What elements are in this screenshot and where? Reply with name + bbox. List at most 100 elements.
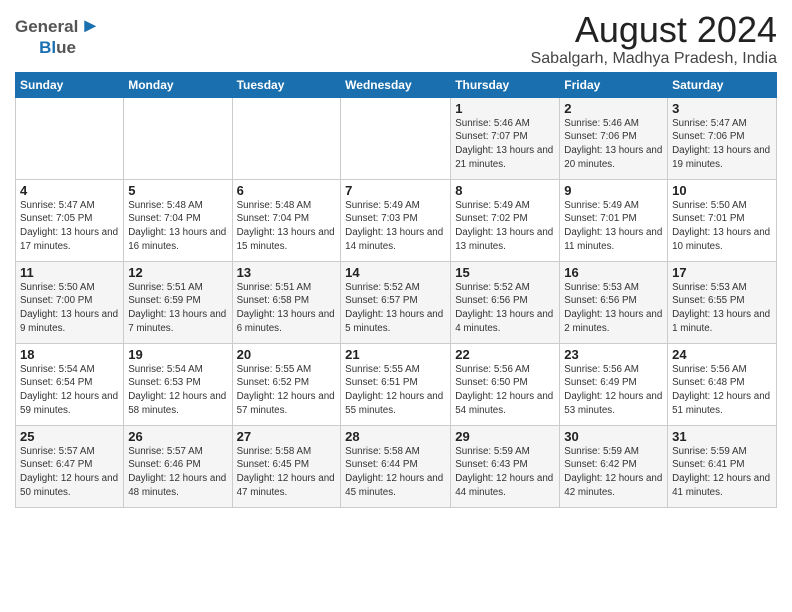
day-info: Sunrise: 5:49 AM Sunset: 7:03 PM Dayligh… bbox=[345, 199, 446, 254]
day-number: 19 bbox=[128, 347, 227, 362]
col-saturday: Saturday bbox=[668, 72, 777, 97]
calendar-cell: 23Sunrise: 5:56 AM Sunset: 6:49 PM Dayli… bbox=[560, 343, 668, 425]
day-info: Sunrise: 5:46 AM Sunset: 7:06 PM Dayligh… bbox=[564, 117, 663, 172]
day-info: Sunrise: 5:50 AM Sunset: 7:01 PM Dayligh… bbox=[672, 199, 772, 254]
day-info: Sunrise: 5:52 AM Sunset: 6:56 PM Dayligh… bbox=[455, 281, 555, 336]
col-friday: Friday bbox=[560, 72, 668, 97]
day-info: Sunrise: 5:51 AM Sunset: 6:58 PM Dayligh… bbox=[237, 281, 337, 336]
calendar-cell: 30Sunrise: 5:59 AM Sunset: 6:42 PM Dayli… bbox=[560, 425, 668, 507]
day-info: Sunrise: 5:54 AM Sunset: 6:54 PM Dayligh… bbox=[20, 363, 119, 418]
day-number: 8 bbox=[455, 183, 555, 198]
calendar-cell: 14Sunrise: 5:52 AM Sunset: 6:57 PM Dayli… bbox=[341, 261, 451, 343]
logo-blue: Bl bbox=[39, 38, 56, 57]
month-title: August 2024 bbox=[531, 10, 777, 50]
calendar-cell: 9Sunrise: 5:49 AM Sunset: 7:01 PM Daylig… bbox=[560, 179, 668, 261]
calendar-cell: 28Sunrise: 5:58 AM Sunset: 6:44 PM Dayli… bbox=[341, 425, 451, 507]
logo-arrow-icon: ► bbox=[80, 15, 100, 38]
day-number: 26 bbox=[128, 429, 227, 444]
calendar-cell: 1Sunrise: 5:46 AM Sunset: 7:07 PM Daylig… bbox=[451, 97, 560, 179]
calendar-week-3: 11Sunrise: 5:50 AM Sunset: 7:00 PM Dayli… bbox=[16, 261, 777, 343]
day-info: Sunrise: 5:55 AM Sunset: 6:51 PM Dayligh… bbox=[345, 363, 446, 418]
day-number: 22 bbox=[455, 347, 555, 362]
day-number: 21 bbox=[345, 347, 446, 362]
day-info: Sunrise: 5:57 AM Sunset: 6:47 PM Dayligh… bbox=[20, 445, 119, 500]
day-number: 23 bbox=[564, 347, 663, 362]
day-number: 6 bbox=[237, 183, 337, 198]
day-info: Sunrise: 5:59 AM Sunset: 6:42 PM Dayligh… bbox=[564, 445, 663, 500]
day-number: 11 bbox=[20, 265, 119, 280]
calendar-cell: 13Sunrise: 5:51 AM Sunset: 6:58 PM Dayli… bbox=[232, 261, 341, 343]
calendar-cell: 24Sunrise: 5:56 AM Sunset: 6:48 PM Dayli… bbox=[668, 343, 777, 425]
day-number: 2 bbox=[564, 101, 663, 116]
calendar-cell: 12Sunrise: 5:51 AM Sunset: 6:59 PM Dayli… bbox=[124, 261, 232, 343]
day-info: Sunrise: 5:47 AM Sunset: 7:05 PM Dayligh… bbox=[20, 199, 119, 254]
calendar-cell bbox=[124, 97, 232, 179]
calendar-cell bbox=[232, 97, 341, 179]
day-info: Sunrise: 5:54 AM Sunset: 6:53 PM Dayligh… bbox=[128, 363, 227, 418]
calendar-cell: 7Sunrise: 5:49 AM Sunset: 7:03 PM Daylig… bbox=[341, 179, 451, 261]
calendar-table: Sunday Monday Tuesday Wednesday Thursday… bbox=[15, 72, 777, 508]
calendar-cell: 11Sunrise: 5:50 AM Sunset: 7:00 PM Dayli… bbox=[16, 261, 124, 343]
day-number: 27 bbox=[237, 429, 337, 444]
calendar-cell: 6Sunrise: 5:48 AM Sunset: 7:04 PM Daylig… bbox=[232, 179, 341, 261]
day-number: 24 bbox=[672, 347, 772, 362]
day-number: 15 bbox=[455, 265, 555, 280]
col-sunday: Sunday bbox=[16, 72, 124, 97]
calendar-cell bbox=[16, 97, 124, 179]
day-info: Sunrise: 5:56 AM Sunset: 6:48 PM Dayligh… bbox=[672, 363, 772, 418]
calendar-cell: 8Sunrise: 5:49 AM Sunset: 7:02 PM Daylig… bbox=[451, 179, 560, 261]
calendar-cell: 25Sunrise: 5:57 AM Sunset: 6:47 PM Dayli… bbox=[16, 425, 124, 507]
col-thursday: Thursday bbox=[451, 72, 560, 97]
day-number: 4 bbox=[20, 183, 119, 198]
calendar-cell: 10Sunrise: 5:50 AM Sunset: 7:01 PM Dayli… bbox=[668, 179, 777, 261]
calendar-cell: 31Sunrise: 5:59 AM Sunset: 6:41 PM Dayli… bbox=[668, 425, 777, 507]
header: General ► Blue August 2024 Sabalgarh, Ma… bbox=[15, 10, 777, 68]
day-info: Sunrise: 5:48 AM Sunset: 7:04 PM Dayligh… bbox=[128, 199, 227, 254]
col-tuesday: Tuesday bbox=[232, 72, 341, 97]
calendar-cell: 26Sunrise: 5:57 AM Sunset: 6:46 PM Dayli… bbox=[124, 425, 232, 507]
col-wednesday: Wednesday bbox=[341, 72, 451, 97]
location-subtitle: Sabalgarh, Madhya Pradesh, India bbox=[531, 50, 777, 68]
day-info: Sunrise: 5:53 AM Sunset: 6:55 PM Dayligh… bbox=[672, 281, 772, 336]
calendar-cell: 17Sunrise: 5:53 AM Sunset: 6:55 PM Dayli… bbox=[668, 261, 777, 343]
header-row: Sunday Monday Tuesday Wednesday Thursday… bbox=[16, 72, 777, 97]
day-info: Sunrise: 5:49 AM Sunset: 7:01 PM Dayligh… bbox=[564, 199, 663, 254]
day-number: 17 bbox=[672, 265, 772, 280]
calendar-cell: 19Sunrise: 5:54 AM Sunset: 6:53 PM Dayli… bbox=[124, 343, 232, 425]
day-info: Sunrise: 5:47 AM Sunset: 7:06 PM Dayligh… bbox=[672, 117, 772, 172]
calendar-cell: 5Sunrise: 5:48 AM Sunset: 7:04 PM Daylig… bbox=[124, 179, 232, 261]
day-info: Sunrise: 5:51 AM Sunset: 6:59 PM Dayligh… bbox=[128, 281, 227, 336]
calendar-body: 1Sunrise: 5:46 AM Sunset: 7:07 PM Daylig… bbox=[16, 97, 777, 507]
calendar-cell: 21Sunrise: 5:55 AM Sunset: 6:51 PM Dayli… bbox=[341, 343, 451, 425]
day-info: Sunrise: 5:49 AM Sunset: 7:02 PM Dayligh… bbox=[455, 199, 555, 254]
day-number: 20 bbox=[237, 347, 337, 362]
day-number: 12 bbox=[128, 265, 227, 280]
page-container: General ► Blue August 2024 Sabalgarh, Ma… bbox=[0, 0, 792, 513]
day-info: Sunrise: 5:56 AM Sunset: 6:49 PM Dayligh… bbox=[564, 363, 663, 418]
day-number: 9 bbox=[564, 183, 663, 198]
day-info: Sunrise: 5:55 AM Sunset: 6:52 PM Dayligh… bbox=[237, 363, 337, 418]
day-info: Sunrise: 5:50 AM Sunset: 7:00 PM Dayligh… bbox=[20, 281, 119, 336]
calendar-week-4: 18Sunrise: 5:54 AM Sunset: 6:54 PM Dayli… bbox=[16, 343, 777, 425]
day-number: 25 bbox=[20, 429, 119, 444]
day-info: Sunrise: 5:46 AM Sunset: 7:07 PM Dayligh… bbox=[455, 117, 555, 172]
title-block: August 2024 Sabalgarh, Madhya Pradesh, I… bbox=[531, 10, 777, 68]
calendar-cell: 18Sunrise: 5:54 AM Sunset: 6:54 PM Dayli… bbox=[16, 343, 124, 425]
day-info: Sunrise: 5:53 AM Sunset: 6:56 PM Dayligh… bbox=[564, 281, 663, 336]
day-number: 16 bbox=[564, 265, 663, 280]
day-number: 10 bbox=[672, 183, 772, 198]
logo: General ► Blue bbox=[15, 10, 100, 58]
day-info: Sunrise: 5:52 AM Sunset: 6:57 PM Dayligh… bbox=[345, 281, 446, 336]
day-number: 14 bbox=[345, 265, 446, 280]
calendar-cell bbox=[341, 97, 451, 179]
logo-ue: ue bbox=[56, 38, 76, 57]
calendar-cell: 15Sunrise: 5:52 AM Sunset: 6:56 PM Dayli… bbox=[451, 261, 560, 343]
logo-general: General bbox=[15, 17, 78, 37]
day-number: 3 bbox=[672, 101, 772, 116]
day-info: Sunrise: 5:58 AM Sunset: 6:44 PM Dayligh… bbox=[345, 445, 446, 500]
day-number: 31 bbox=[672, 429, 772, 444]
calendar-cell: 3Sunrise: 5:47 AM Sunset: 7:06 PM Daylig… bbox=[668, 97, 777, 179]
day-number: 13 bbox=[237, 265, 337, 280]
day-number: 29 bbox=[455, 429, 555, 444]
day-number: 30 bbox=[564, 429, 663, 444]
